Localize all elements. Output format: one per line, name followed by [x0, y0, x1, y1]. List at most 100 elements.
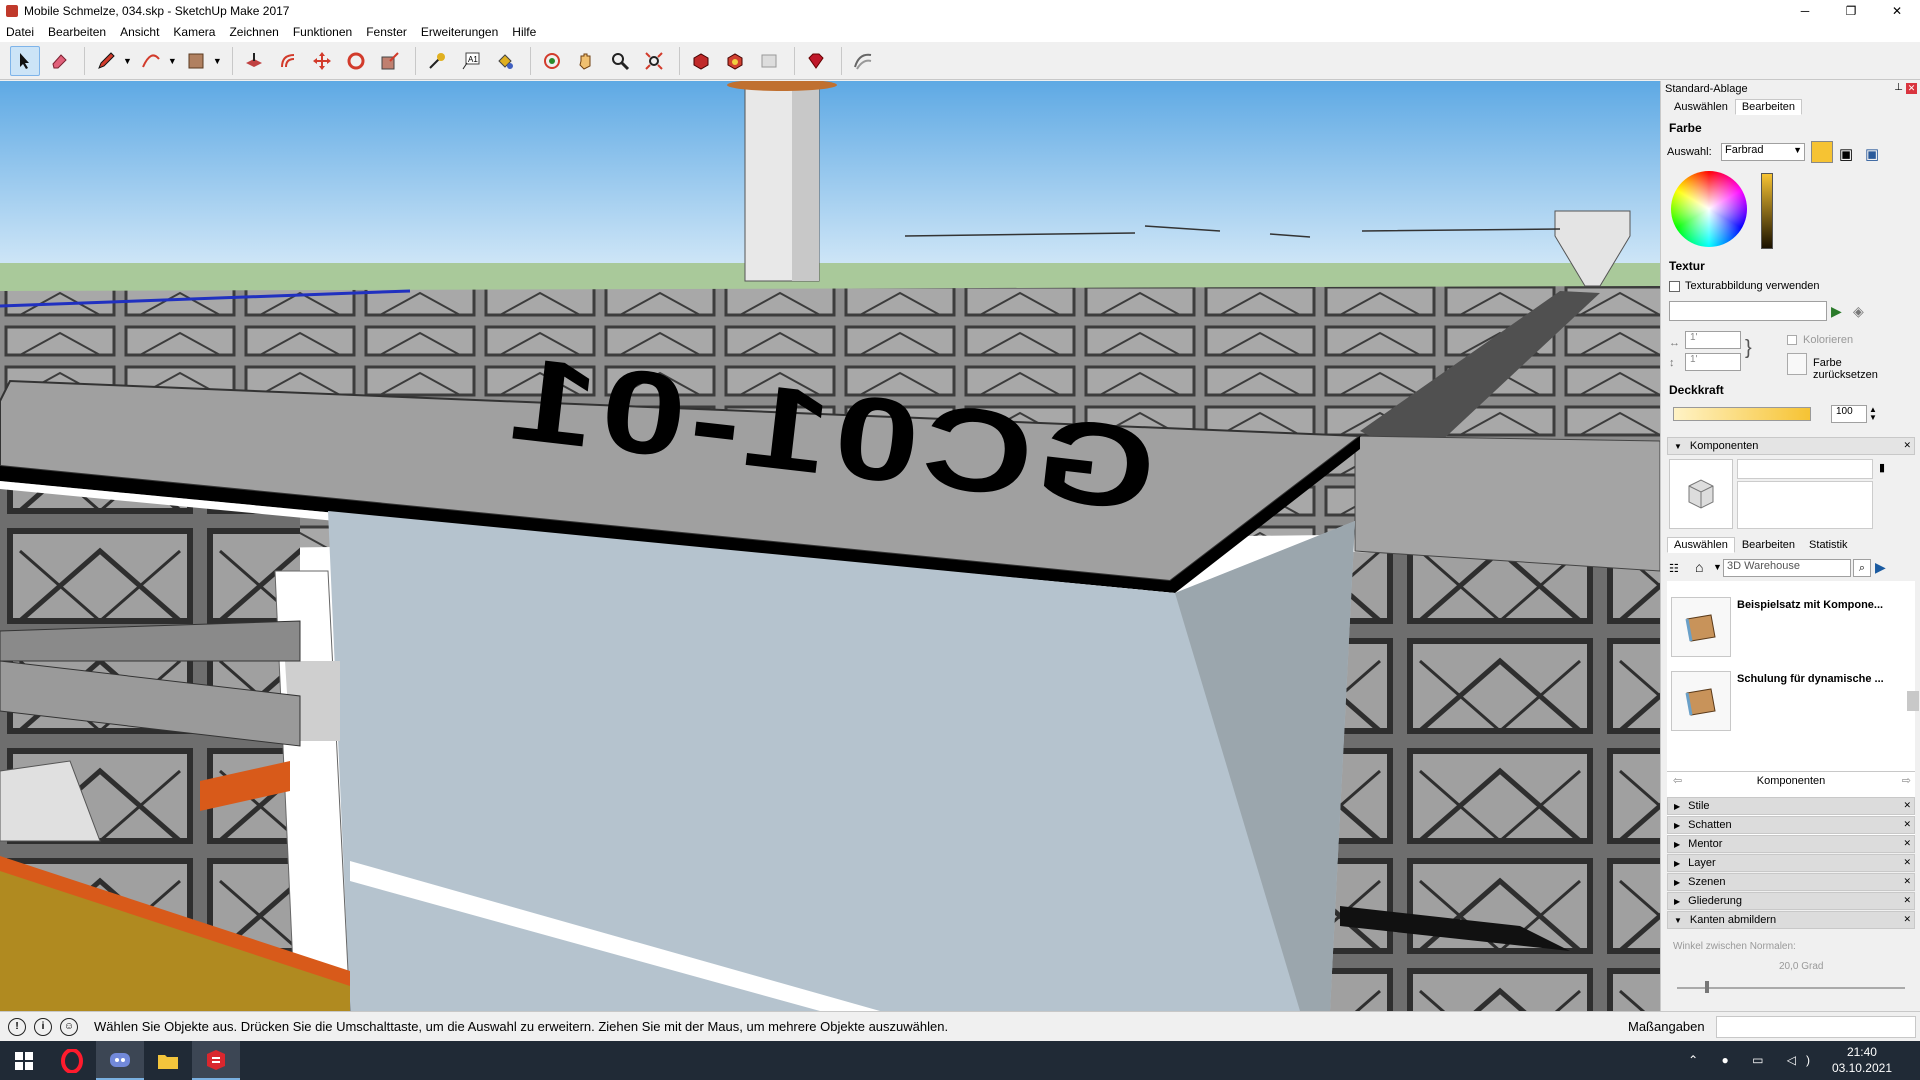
line-dropdown-icon[interactable]: ▼	[123, 56, 132, 66]
section-stile[interactable]: ▶ Stile ✕	[1667, 797, 1915, 815]
search-icon[interactable]: ⌕	[1853, 559, 1871, 577]
section-close-icon[interactable]: ✕	[1903, 914, 1911, 925]
move-tool[interactable]	[307, 46, 337, 76]
list-item[interactable]: Schulung für dynamische ...	[1667, 667, 1915, 739]
sandbox-tool[interactable]	[848, 46, 878, 76]
maximize-button[interactable]: ❐	[1828, 0, 1874, 22]
discord-icon[interactable]	[96, 1041, 144, 1080]
tray-close-icon[interactable]: ✕	[1906, 83, 1917, 94]
tab-auswaehlen[interactable]: Auswählen	[1667, 99, 1735, 115]
rotate-tool[interactable]	[341, 46, 371, 76]
section-szenen[interactable]: ▶ Szenen ✕	[1667, 873, 1915, 891]
clock[interactable]: 21:40 03.10.2021	[1832, 1044, 1892, 1076]
edit-texture-icon[interactable]: ◈	[1853, 303, 1864, 320]
browse-folder-icon[interactable]: ▶	[1831, 303, 1842, 320]
select-tool[interactable]	[10, 45, 40, 76]
detail-lock-icon[interactable]: ▮	[1879, 461, 1885, 474]
forward-arrow-icon[interactable]: ⇨	[1902, 774, 1911, 787]
menu-kamera[interactable]: Kamera	[173, 25, 215, 39]
normals-slider-thumb[interactable]	[1705, 981, 1709, 993]
tab-bearbeiten[interactable]: Bearbeiten	[1734, 99, 1803, 115]
arc-tool[interactable]	[136, 46, 166, 76]
pan-tool[interactable]	[571, 46, 601, 76]
normals-angle-slider[interactable]	[1677, 987, 1905, 989]
back-arrow-icon[interactable]: ⇦	[1673, 774, 1682, 787]
texture-width-field[interactable]: 1'	[1685, 331, 1741, 349]
section-close-icon[interactable]: ✕	[1903, 895, 1911, 906]
menu-fenster[interactable]: Fenster	[366, 25, 407, 39]
eraser-tool[interactable]	[44, 46, 74, 76]
texture-checkbox[interactable]	[1669, 281, 1680, 292]
section-close-icon[interactable]: ✕	[1903, 857, 1911, 868]
section-close-icon[interactable]: ✕	[1903, 838, 1911, 849]
credits-icon[interactable]: i	[34, 1017, 52, 1036]
zoom-tool[interactable]	[605, 46, 635, 76]
line-tool[interactable]	[91, 46, 121, 76]
rectangle-dropdown-icon[interactable]: ▼	[213, 56, 222, 66]
windows-start-icon[interactable]	[0, 1041, 48, 1080]
user-account-icon[interactable]: ☺	[60, 1017, 78, 1036]
section-close-icon[interactable]: ✕	[1903, 800, 1911, 811]
menu-erweiterungen[interactable]: Erweiterungen	[421, 25, 498, 39]
component-name-field[interactable]	[1737, 459, 1873, 479]
send-to-layout-tool[interactable]	[754, 46, 784, 76]
section-layer[interactable]: ▶ Layer ✕	[1667, 854, 1915, 872]
current-color-swatch[interactable]	[1811, 141, 1833, 163]
close-button[interactable]: ✕	[1874, 0, 1920, 22]
paint-bucket-tool[interactable]	[490, 46, 520, 76]
warehouse-tool[interactable]	[686, 46, 716, 76]
warehouse-search-input[interactable]: 3D Warehouse	[1723, 559, 1851, 577]
extension-warehouse-tool[interactable]	[720, 46, 750, 76]
section-schatten[interactable]: ▶ Schatten ✕	[1667, 816, 1915, 834]
opacity-spinner-icon[interactable]: ▲ ▼	[1869, 406, 1877, 422]
tab-components-statistik[interactable]: Statistik	[1802, 537, 1855, 553]
sample-paint-icon[interactable]: ▣	[1839, 145, 1853, 163]
view-options-icon[interactable]: ☷	[1669, 562, 1679, 575]
brightness-slider[interactable]	[1761, 173, 1773, 249]
section-close-icon[interactable]: ✕	[1903, 876, 1911, 887]
section-close-icon[interactable]: ✕	[1903, 440, 1911, 451]
pin-icon[interactable]: ⊥	[1894, 82, 1903, 93]
texture-path-field[interactable]	[1669, 301, 1827, 321]
push-pull-tool[interactable]	[239, 46, 269, 76]
sample-screen-icon[interactable]: ▣	[1865, 145, 1879, 163]
color-wheel[interactable]	[1671, 171, 1747, 247]
tape-measure-tool[interactable]	[422, 46, 452, 76]
scale-tool[interactable]	[375, 46, 405, 76]
list-item[interactable]: Beispielsatz mit Kompone...	[1667, 593, 1915, 665]
orbit-tool[interactable]	[537, 46, 567, 76]
details-arrow-icon[interactable]: ▶	[1875, 559, 1886, 576]
color-model-select[interactable]: Farbrad ▼	[1721, 143, 1805, 161]
components-section-header[interactable]: ▼ Komponenten ✕	[1667, 437, 1915, 455]
file-explorer-icon[interactable]	[144, 1041, 192, 1080]
section-kanten-abmildern[interactable]: ▼ Kanten abmildern ✕	[1667, 911, 1915, 929]
menu-funktionen[interactable]: Funktionen	[293, 25, 352, 39]
section-gliederung[interactable]: ▶ Gliederung ✕	[1667, 892, 1915, 910]
drawing-viewport[interactable]: GC01-01	[0, 81, 1660, 1011]
menu-ansicht[interactable]: Ansicht	[120, 25, 159, 39]
system-tray-icons[interactable]: ⌃ ● ▭ ◁)	[1688, 1053, 1820, 1067]
component-description-field[interactable]	[1737, 481, 1873, 529]
opera-icon[interactable]	[48, 1041, 96, 1080]
extension-manager-tool[interactable]	[801, 46, 831, 76]
reset-color-button[interactable]	[1787, 353, 1807, 375]
arc-dropdown-icon[interactable]: ▼	[168, 56, 177, 66]
texture-height-field[interactable]: 1'	[1685, 353, 1741, 371]
home-icon[interactable]: ⌂	[1695, 559, 1703, 575]
offset-tool[interactable]	[273, 46, 303, 76]
opacity-field[interactable]: 100	[1831, 405, 1867, 423]
geo-location-icon[interactable]: !	[8, 1017, 26, 1036]
navigation-dropdown-icon[interactable]: ▼	[1713, 562, 1722, 572]
measurements-input[interactable]	[1716, 1016, 1916, 1038]
rectangle-tool[interactable]	[181, 46, 211, 76]
minimize-button[interactable]: ─	[1782, 0, 1828, 22]
lock-ratio-icon[interactable]: }	[1745, 337, 1752, 360]
opacity-slider[interactable]	[1673, 407, 1811, 421]
tab-components-bearbeiten[interactable]: Bearbeiten	[1735, 537, 1802, 553]
zoom-extents-tool[interactable]	[639, 46, 669, 76]
colorize-checkbox[interactable]	[1787, 335, 1797, 345]
section-mentor[interactable]: ▶ Mentor ✕	[1667, 835, 1915, 853]
menu-bearbeiten[interactable]: Bearbeiten	[48, 25, 106, 39]
list-scrollbar[interactable]	[1907, 691, 1919, 711]
section-close-icon[interactable]: ✕	[1903, 819, 1911, 830]
